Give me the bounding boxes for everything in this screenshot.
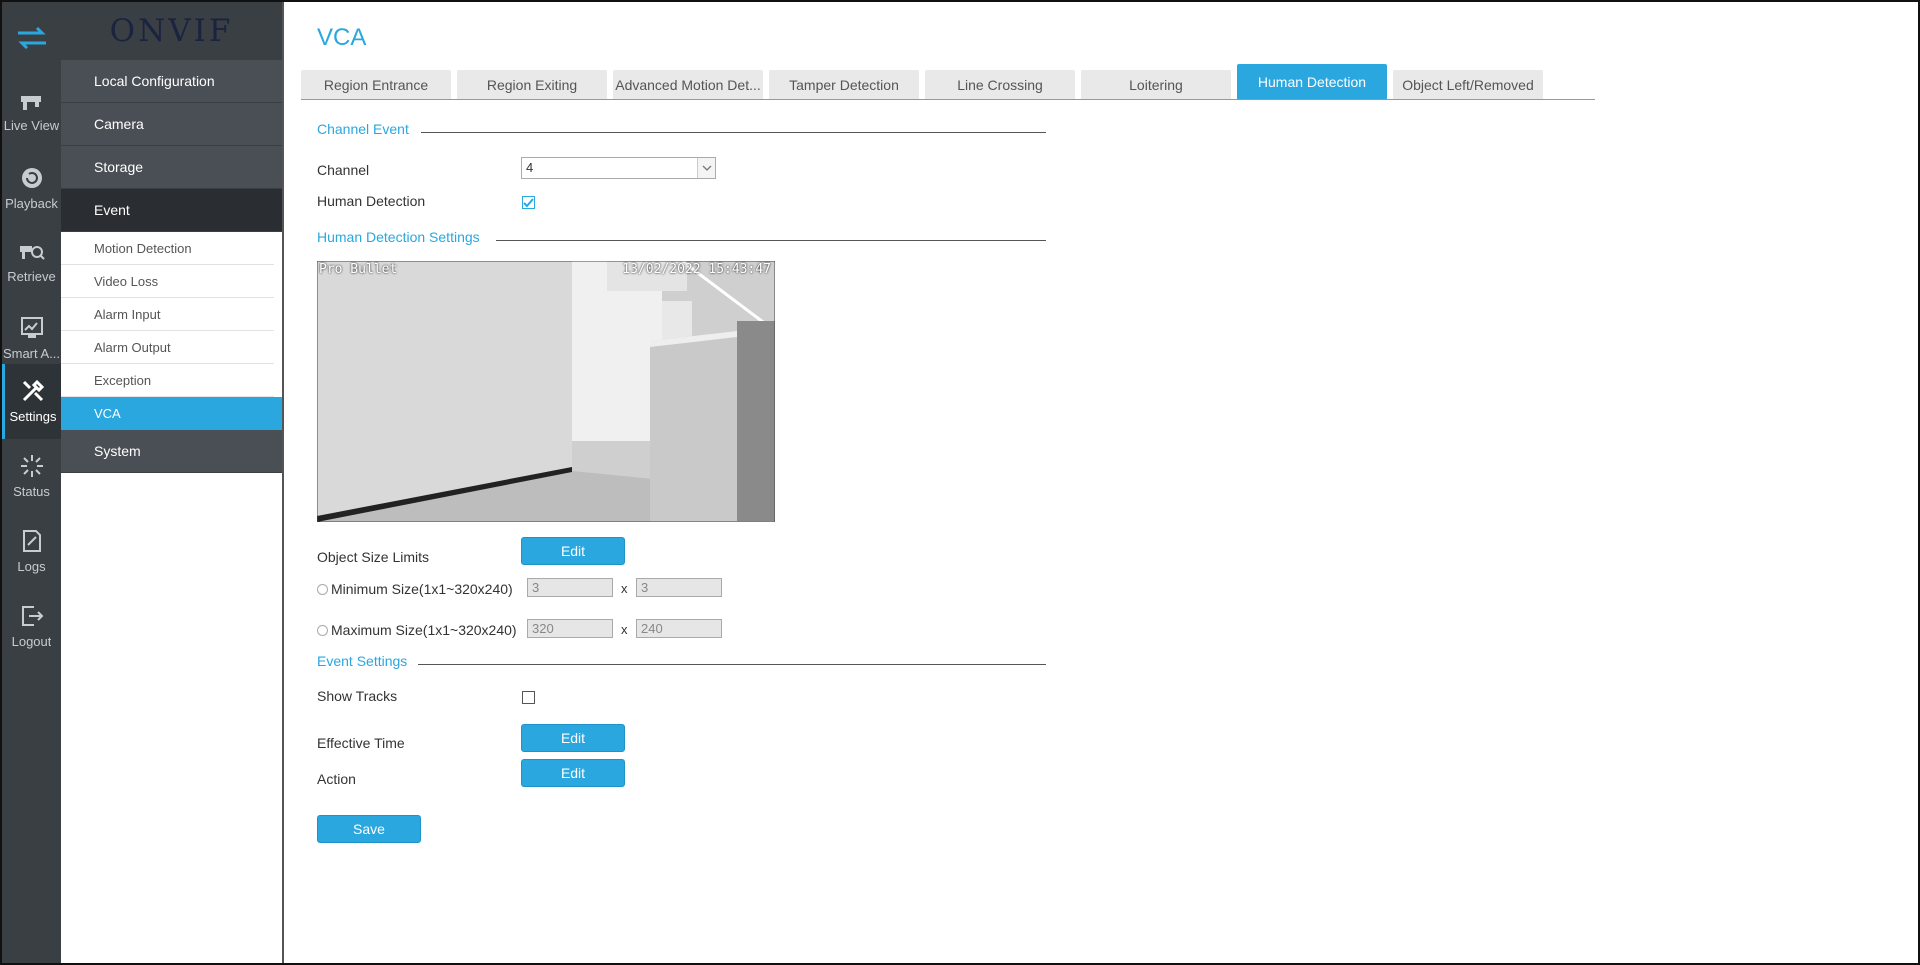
vca-tab-bar: Region Entrance Region Exiting Advanced …: [301, 64, 1595, 100]
smart-analytics-icon: [20, 316, 44, 340]
maximum-width-input[interactable]: 320: [527, 619, 613, 638]
section-title-channel-event: Channel Event: [317, 121, 409, 137]
minimum-size-option[interactable]: Minimum Size(1x1~320x240): [317, 581, 513, 597]
rail-logout[interactable]: Logout: [2, 589, 61, 664]
settings-menu: ONVIF Local Configuration Camera Storage…: [61, 2, 284, 963]
maximum-size-label: Maximum Size(1x1~320x240): [331, 622, 517, 638]
page-title: VCA: [317, 24, 367, 51]
channel-select-value: 4: [526, 160, 534, 175]
settings-icon: [21, 379, 45, 403]
section-divider: [418, 664, 1046, 665]
app-frame: Live View Playback Retrieve Smart A... S…: [0, 0, 1920, 965]
human-detection-checkbox[interactable]: [522, 196, 535, 209]
rail-settings[interactable]: Settings: [2, 364, 61, 439]
minimum-size-radio[interactable]: [317, 583, 328, 595]
tab-human-detection[interactable]: Human Detection: [1237, 64, 1387, 99]
menu-item-alarm-output[interactable]: Alarm Output: [61, 331, 274, 364]
minimum-size-label: Minimum Size(1x1~320x240): [331, 581, 513, 597]
menu-item-motion-detection[interactable]: Motion Detection: [61, 232, 274, 265]
rail-status[interactable]: Status: [2, 439, 61, 514]
checkmark-icon: [523, 195, 534, 211]
minimum-width-input[interactable]: 3: [527, 578, 613, 597]
menu-item-vca[interactable]: VCA: [61, 397, 282, 430]
effective-time-edit-button[interactable]: Edit: [521, 724, 625, 752]
menu-item-video-loss[interactable]: Video Loss: [61, 265, 274, 298]
rail-toggle[interactable]: [2, 2, 61, 76]
rail-logs[interactable]: Logs: [2, 514, 61, 589]
size-separator: x: [621, 581, 628, 596]
tab-object-left-removed[interactable]: Object Left/Removed: [1393, 70, 1543, 99]
main-content: VCA Region Entrance Region Exiting Advan…: [286, 2, 1918, 963]
show-tracks-checkbox[interactable]: [522, 691, 535, 704]
menu-camera[interactable]: Camera: [61, 103, 282, 146]
tab-region-exiting[interactable]: Region Exiting: [457, 70, 607, 99]
maximum-size-radio[interactable]: [317, 624, 328, 636]
rail-retrieve[interactable]: Retrieve: [2, 226, 61, 301]
tab-tamper-detection[interactable]: Tamper Detection: [769, 70, 919, 99]
tab-region-entrance[interactable]: Region Entrance: [301, 70, 451, 99]
preview-image: [317, 261, 775, 522]
channel-select[interactable]: 4: [521, 157, 716, 179]
menu-event[interactable]: Event: [61, 189, 282, 232]
menu-item-exception[interactable]: Exception: [61, 364, 274, 397]
preview-osd-time: 13/02/2022 15:43:47: [622, 262, 771, 277]
effective-time-label: Effective Time: [317, 735, 405, 751]
menu-system[interactable]: System: [61, 430, 282, 473]
save-button[interactable]: Save: [317, 815, 421, 843]
preview-osd-name: Pro Bullet: [319, 262, 398, 277]
rail-label: Settings: [9, 409, 57, 424]
human-detection-label: Human Detection: [317, 193, 426, 209]
channel-label: Channel: [317, 162, 370, 178]
menu-storage[interactable]: Storage: [61, 146, 282, 189]
icon-rail: Live View Playback Retrieve Smart A... S…: [2, 2, 61, 963]
section-divider: [421, 132, 1046, 133]
section-divider: [496, 240, 1046, 241]
tab-line-crossing[interactable]: Line Crossing: [925, 70, 1075, 99]
object-size-edit-button[interactable]: Edit: [521, 537, 625, 565]
menu-local-configuration[interactable]: Local Configuration: [61, 60, 282, 103]
tab-advanced-motion-detection[interactable]: Advanced Motion Det...: [613, 70, 763, 99]
status-icon: [20, 454, 44, 478]
maximum-height-input[interactable]: 240: [636, 619, 722, 638]
object-size-limits-label: Object Size Limits: [317, 549, 430, 565]
rail-label: Retrieve: [7, 269, 56, 284]
size-separator: x: [621, 622, 628, 637]
action-label: Action: [317, 771, 356, 787]
logs-icon: [21, 529, 43, 553]
show-tracks-label: Show Tracks: [317, 688, 398, 704]
rail-playback[interactable]: Playback: [2, 151, 61, 226]
retrieve-icon: [19, 243, 45, 263]
rail-label: Logout: [11, 634, 52, 649]
camera-preview[interactable]: Pro Bullet 13/02/2022 15:43:47: [317, 261, 775, 522]
action-edit-button[interactable]: Edit: [521, 759, 625, 787]
tab-loitering[interactable]: Loitering: [1081, 70, 1231, 99]
section-title-human-detection-settings: Human Detection Settings: [317, 229, 480, 245]
rail-label: Logs: [17, 559, 46, 574]
menu-item-alarm-input[interactable]: Alarm Input: [61, 298, 274, 331]
rail-live-view[interactable]: Live View: [2, 76, 61, 151]
chevron-down-icon: [697, 158, 715, 178]
rail-label: Smart A...: [2, 346, 61, 361]
playback-icon: [20, 166, 44, 190]
section-title-event-settings: Event Settings: [317, 653, 408, 669]
rail-label: Live View: [3, 118, 60, 133]
swap-arrows-icon: [16, 26, 48, 52]
rail-label: Playback: [5, 196, 58, 211]
minimum-height-input[interactable]: 3: [636, 578, 722, 597]
maximum-size-option[interactable]: Maximum Size(1x1~320x240): [317, 622, 517, 638]
rail-label: Status: [13, 484, 50, 499]
logout-icon: [20, 604, 44, 628]
brand-logo: ONVIF: [61, 2, 282, 60]
live-view-icon: [20, 94, 44, 112]
